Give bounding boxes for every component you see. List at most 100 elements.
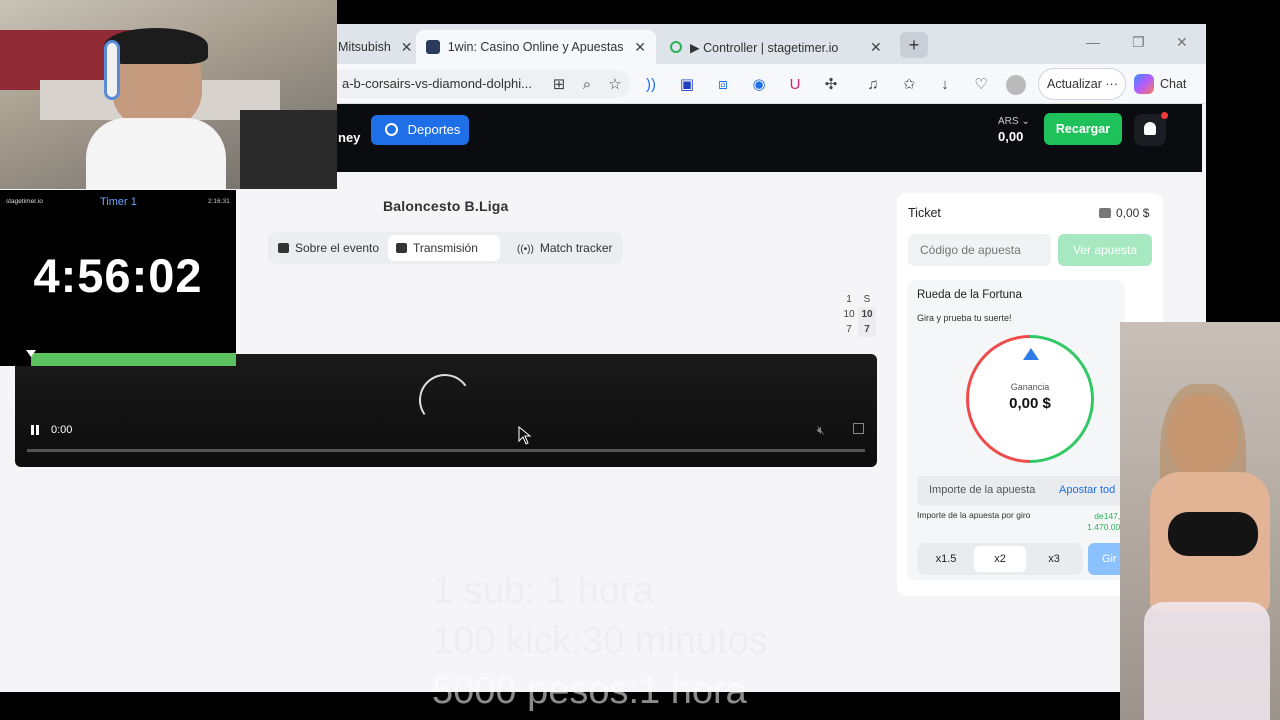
chat-label: Chat	[1160, 77, 1187, 91]
currency-label: ARS	[998, 116, 1019, 127]
promo-line: 100 kick:30 minutos	[432, 620, 768, 662]
close-window-icon[interactable]: ✕	[1176, 34, 1188, 51]
jersey	[86, 118, 226, 189]
bell-icon	[1144, 122, 1156, 135]
per-spin-values: de147,0 1.470.000	[1067, 511, 1125, 533]
tab-label: 1win: Casino Online y Apuestas De	[447, 40, 625, 54]
balance-display[interactable]: ARS ⌄ 0,00	[998, 116, 1030, 144]
loading-spinner-icon	[414, 369, 476, 431]
tab-label: Mitsubish	[338, 40, 391, 54]
puzzle-icon[interactable]: ✣	[822, 76, 840, 94]
read-aloud-icon[interactable]: ))	[642, 76, 660, 94]
score-row: 7 7	[840, 322, 876, 337]
guest-webcam	[1120, 322, 1280, 720]
multiplier-selector: x1.5 x2 x3	[917, 543, 1083, 575]
nav-sports-label: Deportes	[407, 122, 461, 137]
nav-money[interactable]: ney	[338, 130, 360, 145]
notifications-button[interactable]	[1134, 112, 1168, 146]
screenshot-icon[interactable]: ⧈	[714, 76, 732, 94]
fullscreen-icon[interactable]	[853, 423, 864, 434]
copilot-chat-button[interactable]: Chat	[1134, 72, 1186, 96]
nav-sports-button[interactable]: Deportes	[371, 115, 469, 145]
mute-icon[interactable]: 🔇︎	[817, 423, 825, 438]
multiplier-x3[interactable]: x3	[1028, 546, 1080, 572]
new-tab-button[interactable]: +	[900, 32, 928, 58]
score-cell: S	[863, 294, 871, 305]
per-spin-min: de147,0	[1094, 511, 1125, 521]
bet-all-button[interactable]: Apostar tod	[1059, 484, 1115, 496]
close-icon[interactable]: ✕	[401, 39, 413, 56]
bet-amount-label: Importe de la apuesta	[929, 484, 1036, 496]
minimize-icon[interactable]: —	[1086, 34, 1100, 50]
wheel-pointer-icon	[1023, 348, 1039, 360]
extension-icon[interactable]: ▣	[678, 76, 696, 94]
pause-button[interactable]	[29, 424, 41, 436]
timer-progress-bar	[31, 353, 236, 366]
tab-stream[interactable]: Transmisión	[388, 235, 500, 261]
headphones-icon	[104, 40, 120, 100]
more-icon[interactable]: ···	[1105, 77, 1118, 91]
timer-countdown: 4:56:02	[33, 249, 203, 302]
url-text: a-b-corsairs-vs-diamond-dolphi...	[342, 76, 533, 91]
tracker-icon: ((•))	[517, 244, 534, 255]
video-player[interactable]: 0:00 🔇︎	[15, 354, 877, 467]
download-icon[interactable]: ↓	[936, 76, 954, 94]
maximize-icon[interactable]: ❐	[1132, 34, 1145, 51]
chair	[240, 110, 337, 189]
1win-favicon-icon	[426, 40, 440, 54]
timer-name: Timer 1	[100, 196, 137, 208]
promo-line: 5000 pesos:1 hora	[432, 670, 747, 712]
scoreboard: 1 S 10 10 7 7	[840, 292, 876, 337]
profile-avatar[interactable]	[1006, 75, 1026, 95]
ball-icon	[385, 123, 398, 136]
media-icon[interactable]: ♫	[864, 76, 882, 94]
balance-amount: 0,00	[998, 129, 1024, 144]
tab-label: Transmisión	[413, 241, 478, 255]
top	[1168, 512, 1258, 556]
multiplier-x2[interactable]: x2	[974, 546, 1026, 572]
skirt	[1144, 602, 1270, 720]
timer-marker-icon	[26, 350, 36, 357]
health-icon[interactable]: ♡	[972, 76, 990, 94]
score-cell: 1	[846, 294, 852, 305]
close-icon[interactable]: ✕	[870, 39, 882, 56]
recharge-button[interactable]: Recargar	[1044, 113, 1122, 145]
favorites-icon[interactable]: ✩	[900, 76, 918, 94]
score-cell: 10	[843, 309, 855, 320]
bet-amount-field[interactable]: Importe de la apuesta Apostar tod	[917, 476, 1125, 506]
update-button[interactable]: Actualizar ···	[1038, 68, 1126, 100]
shield-icon[interactable]: U	[786, 76, 804, 94]
wallet-icon	[1099, 208, 1111, 218]
score-row: 10 10	[840, 307, 876, 322]
screen: Mitsubish ✕ 1win: Casino Online y Apuest…	[0, 0, 1280, 720]
bet-code-input[interactable]	[908, 234, 1051, 266]
tab-1win[interactable]: 1win: Casino Online y Apuestas De ✕	[416, 30, 656, 64]
tv-icon	[396, 243, 407, 253]
event-tabs: Sobre el evento Transmisión ((•)) Match t…	[268, 232, 623, 264]
video-time: 0:00	[51, 424, 73, 436]
update-label: Actualizar	[1047, 77, 1102, 91]
tab-label: Match tracker	[539, 241, 613, 255]
gain-label: Ganancia	[1010, 382, 1050, 392]
video-progress-bar[interactable]	[27, 449, 865, 452]
record-icon[interactable]: ◉	[750, 76, 768, 94]
stagetimer-widget: stagetimer.io Timer 1 2:16:31 4:56:02	[0, 190, 236, 366]
loading-icon	[670, 41, 682, 53]
tab-stagetimer[interactable]: ▶ Controller | stagetimer.io ✕	[660, 30, 895, 64]
tab-about-event[interactable]: Sobre el evento	[270, 235, 387, 261]
close-icon[interactable]: ✕	[634, 39, 646, 56]
gain-value: 0,00 $	[1009, 395, 1051, 412]
multiplier-x1-5[interactable]: x1.5	[920, 546, 972, 572]
tab-mitsubishi[interactable]: Mitsubish ✕	[328, 30, 423, 64]
score-cell: 7	[858, 322, 876, 337]
star-icon[interactable]: ☆	[606, 76, 624, 94]
promo-overlay: 1 sub: 1 hora 100 kick:30 minutos 5000 p…	[432, 566, 768, 716]
score-cell: 10	[858, 307, 876, 322]
ticket-title: Ticket	[908, 206, 941, 220]
zoom-icon[interactable]: ⌕	[578, 76, 596, 94]
view-bet-button[interactable]: Ver apuesta	[1058, 234, 1152, 266]
apps-icon[interactable]: ⊞	[550, 76, 568, 94]
score-header-row: 1 S	[840, 292, 876, 307]
tab-match-tracker[interactable]: ((•)) Match tracker	[509, 235, 621, 261]
stagetimer-logo: stagetimer.io	[6, 198, 43, 205]
